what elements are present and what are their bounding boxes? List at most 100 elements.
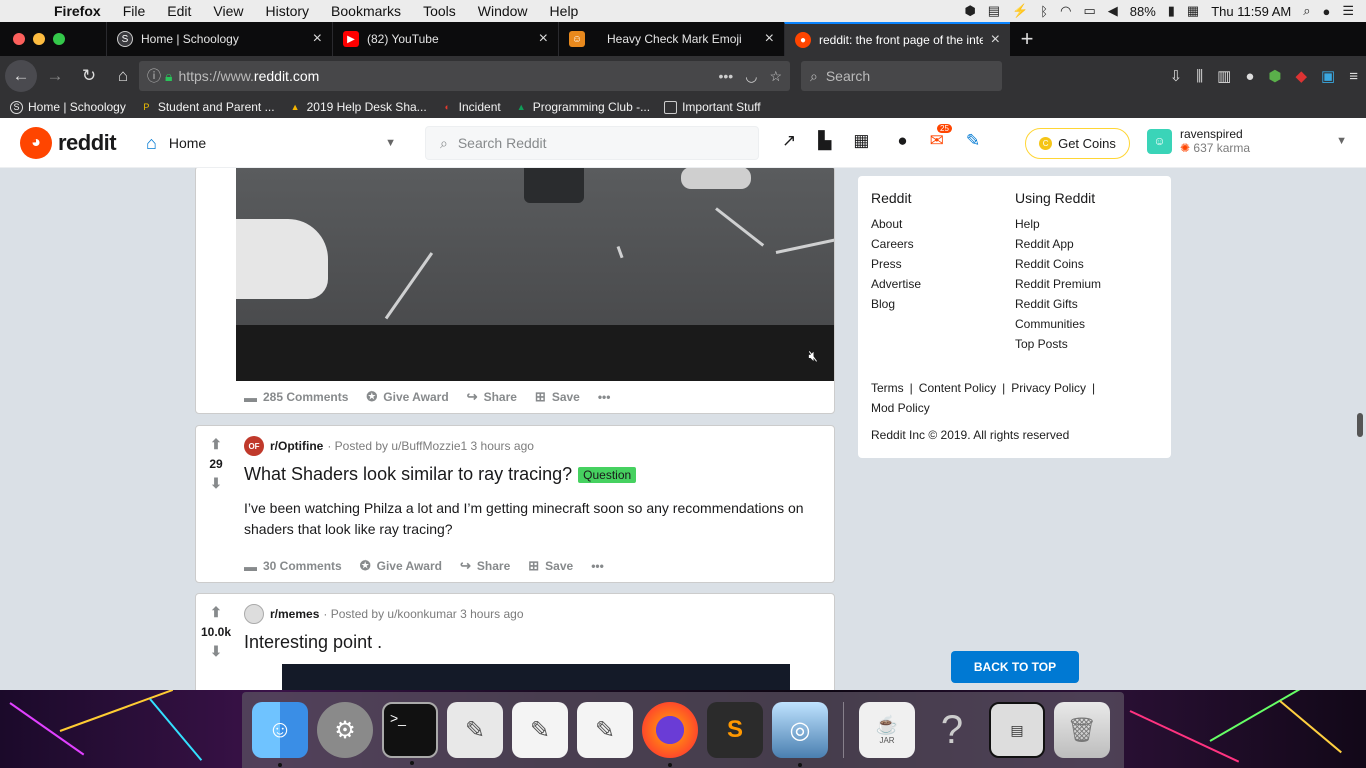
maximize-window-icon[interactable] [53, 33, 65, 45]
sidebar-icon[interactable]: ▥ [1217, 67, 1231, 85]
link-advertise[interactable]: Advertise [871, 274, 921, 294]
link-about[interactable]: About [871, 214, 921, 234]
close-tab-icon[interactable]: × [539, 30, 548, 48]
more-options-icon[interactable]: ••• [591, 559, 604, 573]
new-tab-button[interactable]: + [1010, 22, 1044, 56]
more-options-icon[interactable]: ••• [598, 390, 611, 404]
share-button[interactable]: ↪ Share [467, 389, 517, 405]
create-post-icon[interactable]: ✎ [966, 131, 980, 151]
sync-icon[interactable]: ⚡ [1012, 3, 1028, 19]
link-reddit-gifts[interactable]: Reddit Gifts [1015, 294, 1101, 314]
finder-icon[interactable]: ☺ [252, 702, 308, 767]
post-title-row[interactable]: What Shaders look similar to ray tracing… [244, 464, 637, 485]
system-preferences-icon[interactable]: ⚙ [317, 702, 373, 758]
back-button[interactable]: ← [5, 60, 37, 92]
menu-edit[interactable]: Edit [156, 3, 202, 19]
menu-help[interactable]: Help [539, 3, 590, 19]
link-blog[interactable]: Blog [871, 294, 921, 314]
reload-button[interactable]: ↻ [73, 60, 105, 92]
minimize-window-icon[interactable] [33, 33, 45, 45]
upvote-icon[interactable]: ⬆ [210, 436, 222, 453]
messages-icon[interactable]: ✉ 25 [930, 124, 952, 151]
screenshot-app-icon[interactable]: ▤ [989, 702, 1045, 758]
menu-app-firefox[interactable]: Firefox [42, 3, 112, 19]
reddit-logo[interactable]: ◕ reddit [20, 126, 117, 159]
menu-file[interactable]: File [112, 3, 157, 19]
reddit-search-input[interactable]: ⌕ Search Reddit [425, 126, 759, 160]
bookmark-help-desk[interactable]: ▲ 2019 Help Desk Sha... [289, 100, 427, 114]
mute-icon[interactable]: 🔇︎ [809, 348, 818, 365]
share-button[interactable]: ↪ Share [460, 558, 510, 574]
video-player[interactable]: 🔇︎ [236, 168, 834, 381]
bookmark-schoology[interactable]: S Home | Schoology [10, 100, 126, 114]
textedit-icon[interactable]: ✎ [512, 702, 568, 758]
page-actions-icon[interactable]: ••• [719, 68, 734, 85]
link-help[interactable]: Help [1015, 214, 1101, 234]
comments-button[interactable]: ▬ 285 Comments [244, 390, 348, 405]
drive-icon[interactable]: ▤ [988, 3, 1000, 19]
sublime-text-icon[interactable]: S [707, 702, 763, 758]
airplay-icon[interactable]: ▭ [1083, 3, 1095, 19]
url-bar[interactable]: ⓘ 🔒︎ https://www. reddit.com ••• ◡ ☆ [139, 61, 790, 91]
vpn-extension-icon[interactable]: ⬢ [1268, 67, 1281, 85]
tab-reddit[interactable]: ● reddit: the front page of the inte × [784, 22, 1010, 56]
post-card[interactable]: ⬆ 10.0k ⬇ r/memes · Posted by u/koonkuma… [195, 593, 835, 690]
account-icon[interactable]: ● [1245, 68, 1254, 85]
library-icon[interactable]: ⫼ [1196, 68, 1203, 85]
browser-search-bar[interactable]: ⌕ Search [801, 61, 1002, 91]
chat-icon[interactable]: ● [897, 131, 907, 151]
give-award-button[interactable]: ✪ Give Award [366, 389, 448, 405]
all-stats-icon[interactable]: ▙ [818, 131, 831, 151]
jar-launcher-icon[interactable]: ☕ JAR [859, 702, 915, 758]
menubar-clock[interactable]: Thu 11:59 AM [1211, 4, 1291, 19]
menu-view[interactable]: View [202, 3, 254, 19]
spotlight-search-icon[interactable]: ⌕ [1303, 3, 1310, 19]
back-to-top-button[interactable]: BACK TO TOP [951, 651, 1079, 683]
pocket-icon[interactable]: ◡ [745, 68, 757, 85]
notification-center-icon[interactable]: ☰ [1342, 3, 1354, 19]
link-top-posts[interactable]: Top Posts [1015, 334, 1101, 354]
link-privacy-policy[interactable]: Privacy Policy [1011, 381, 1086, 395]
tab-youtube[interactable]: ▶ (82) YouTube × [332, 22, 558, 56]
post-image[interactable] [282, 664, 790, 690]
link-reddit-coins[interactable]: Reddit Coins [1015, 254, 1101, 274]
bookmark-star-icon[interactable]: ☆ [769, 68, 782, 85]
subreddit-icon[interactable] [244, 604, 264, 624]
save-button[interactable]: ⊞ Save [528, 558, 573, 574]
get-coins-button[interactable]: C Get Coins [1025, 128, 1130, 159]
terminal-icon[interactable]: >_ [382, 702, 438, 765]
forward-button[interactable]: → [39, 60, 71, 92]
downloads-icon[interactable]: ⇩ [1170, 67, 1183, 85]
firefox-icon[interactable] [642, 702, 698, 767]
popular-trending-icon[interactable]: ↗ [782, 131, 796, 151]
siri-icon[interactable]: ● [1322, 4, 1330, 19]
textedit-icon[interactable]: ✎ [577, 702, 633, 758]
home-button[interactable]: ⌂ [107, 60, 139, 92]
downvote-icon[interactable]: ⬇ [210, 643, 222, 660]
save-button[interactable]: ⊞ Save [535, 389, 580, 405]
user-dropdown[interactable]: ☺ ravenspired ✺ 637 karma ▼ [1147, 127, 1347, 155]
post-card[interactable]: ⬆ 29 ⬇ OF r/Optifine · Posted by u/BuffM… [195, 425, 835, 583]
post-flair[interactable]: Question [578, 466, 637, 483]
bookmark-incident[interactable]: ◐ Incident [441, 100, 500, 114]
trash-icon[interactable]: 🗑︎ [1054, 702, 1110, 758]
bluetooth-icon[interactable]: ᛒ [1040, 4, 1048, 19]
volume-icon[interactable]: ◀ [1108, 3, 1118, 19]
downvote-icon[interactable]: ⬇ [210, 475, 222, 492]
ublock-extension-icon[interactable]: ◆ [1296, 67, 1308, 85]
battery-icon[interactable]: ▮ [1168, 3, 1175, 19]
post-title[interactable]: What Shaders look similar to ray tracing… [244, 464, 572, 485]
script-editor-icon[interactable]: ✎ [447, 702, 503, 758]
bookmark-student-parent[interactable]: P Student and Parent ... [140, 100, 274, 114]
subreddit-link[interactable]: r/Optifine [270, 439, 323, 453]
site-info-icon[interactable]: ⓘ [147, 66, 161, 86]
link-communities[interactable]: Communities [1015, 314, 1101, 334]
close-window-icon[interactable] [13, 33, 25, 45]
tab-heavy-check-mark[interactable]: ☺ Heavy Check Mark Emoji × [558, 22, 784, 56]
close-tab-icon[interactable]: × [313, 30, 322, 48]
subreddit-icon[interactable]: OF [244, 436, 264, 456]
help-question-icon[interactable]: ? [924, 702, 980, 758]
link-press[interactable]: Press [871, 254, 921, 274]
link-mod-policy[interactable]: Mod Policy [871, 401, 930, 415]
bookmark-important-stuff[interactable]: Important Stuff [664, 100, 761, 114]
